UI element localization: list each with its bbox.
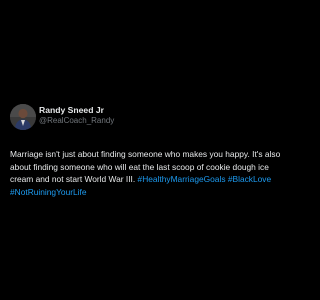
author-names: Randy Sneed Jr @RealCoach_Randy — [39, 105, 279, 126]
post-header: Randy Sneed Jr @RealCoach_Randy — [10, 104, 290, 136]
hashtag-link[interactable]: #HealthyMarriageGoals — [138, 174, 226, 184]
profile-photo-icon — [10, 104, 36, 130]
post-text: Marriage isn't just about finding someon… — [10, 148, 294, 198]
hashtag-link[interactable]: #NotRuiningYourLife — [10, 187, 87, 197]
author-display-name[interactable]: Randy Sneed Jr — [39, 105, 279, 116]
author-handle[interactable]: @RealCoach_Randy — [39, 116, 279, 126]
avatar[interactable] — [10, 104, 36, 130]
tweet-post: Randy Sneed Jr @RealCoach_Randy Marriage… — [0, 0, 300, 300]
hashtag-link[interactable]: #BlackLove — [228, 174, 271, 184]
